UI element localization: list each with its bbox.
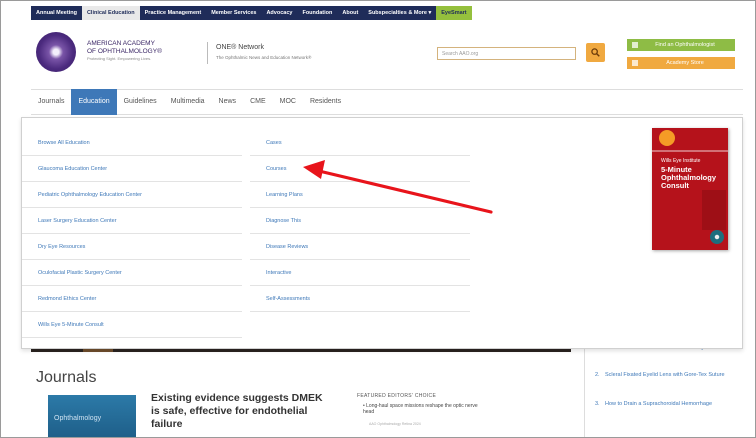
browser-frame: Annual Meeting Clinical Education Practi… <box>0 0 756 438</box>
annotation-arrow <box>303 160 493 214</box>
